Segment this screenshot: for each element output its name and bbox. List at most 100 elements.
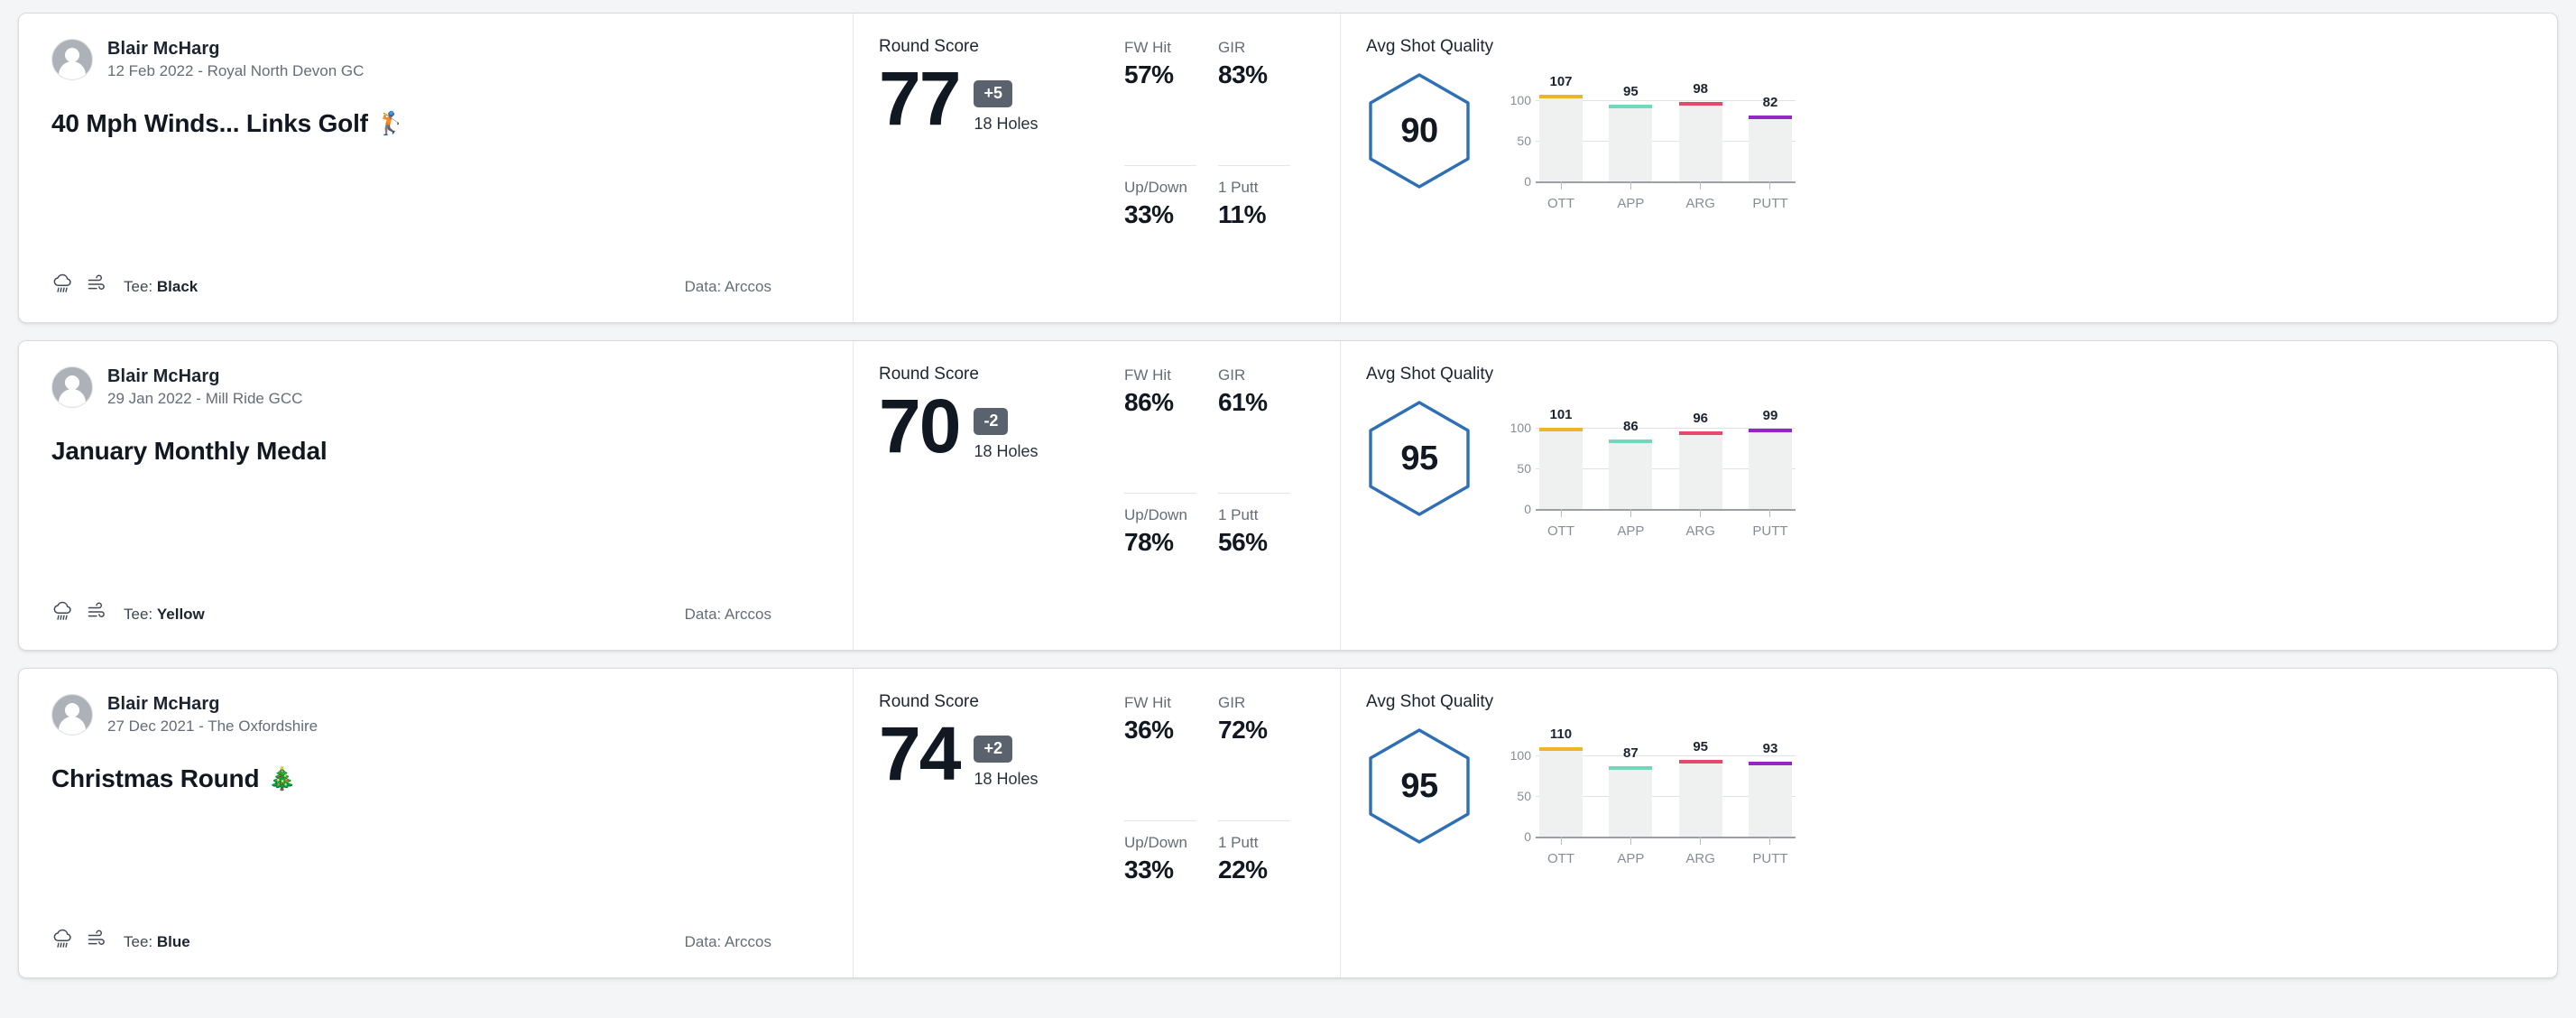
tee-prefix: Tee:	[124, 605, 157, 623]
bar-value-label: 82	[1762, 94, 1778, 110]
tee-prefix: Tee:	[124, 932, 157, 950]
bar-value-label: 95	[1693, 738, 1708, 754]
x-tick	[1539, 509, 1583, 520]
score-block: Round Score 70 -2 18 Holes	[879, 365, 1104, 628]
author-text: Blair McHarg 29 Jan 2022 - Mill Ride GCC	[107, 366, 302, 408]
avatar	[51, 366, 93, 408]
stat-one-putt-label: 1 Putt	[1218, 178, 1259, 196]
tee-value: Blue	[156, 932, 190, 950]
y-axis-tick: 50	[1517, 789, 1531, 804]
round-score-value: 74	[879, 711, 961, 796]
round-summary-panel: Blair McHarg 29 Jan 2022 - Mill Ride GCC J…	[19, 341, 854, 650]
avg-shot-quality-label: Avg Shot Quality	[1366, 37, 1494, 56]
bar-cap	[1539, 747, 1583, 752]
stat-grid: FW Hit 57% GIR 83% Up/Down 33% 1 Putt 11%	[1124, 37, 1290, 301]
rain-cloud-icon	[51, 273, 75, 301]
tee-prefix: Tee:	[124, 277, 157, 295]
stat-gir: GIR 83%	[1218, 39, 1290, 166]
round-score-label: Round Score	[879, 692, 979, 711]
round-footer: Tee: Black Data: Arccos	[51, 273, 820, 301]
x-tick	[1539, 181, 1583, 192]
score-block: Round Score 77 +5 18 Holes	[879, 37, 1104, 301]
wind-icon	[86, 600, 109, 628]
data-source: Data: Arccos	[685, 933, 771, 951]
stat-gir-label: GIR	[1218, 694, 1246, 711]
stat-fw-hit: FW Hit 57%	[1124, 39, 1196, 166]
weather-conditions: Tee: Yellow	[51, 600, 205, 628]
stat-one-putt-value: 22%	[1218, 855, 1268, 884]
round-score-panel: Round Score 70 -2 18 Holes FW Hit 86% GIR 61% Up…	[854, 341, 1341, 650]
bar-value-label: 96	[1693, 410, 1708, 426]
shot-quality-panel: Avg Shot Quality 90 100 50 0 107 95 98 82 OTT APP A…	[1341, 14, 2557, 322]
bar-track	[1609, 439, 1653, 509]
round-score-label: Round Score	[879, 37, 979, 56]
stat-up-down-label: Up/Down	[1124, 833, 1187, 851]
avg-shot-quality-value: 90	[1400, 111, 1438, 150]
chart-bars: 101 86 96 99	[1536, 406, 1796, 509]
bar-column: 95	[1678, 736, 1722, 837]
bar-cap	[1609, 104, 1653, 108]
rain-cloud-icon	[51, 600, 75, 628]
bar-column: 107	[1539, 74, 1583, 181]
round-date-course: 29 Jan 2022 - Mill Ride GCC	[107, 390, 303, 407]
bar-column: 110	[1539, 726, 1583, 837]
chart-x-labels: OTT APP ARG PUTT	[1536, 196, 1796, 211]
x-tick-mark	[1560, 837, 1562, 845]
chart-plot-area: 101 86 96 99 OTT APP ARG PUTT	[1536, 406, 1796, 539]
author-name: Blair McHarg	[107, 694, 220, 714]
bar-value-label: 110	[1549, 726, 1573, 743]
shot-quality-chart: 100 50 0 110 87 95 93 OTT APP ARG PUTT	[1505, 726, 1796, 866]
holes-played: 18 Holes	[974, 114, 1039, 133]
bar-track	[1748, 429, 1792, 509]
data-source-prefix: Data:	[684, 277, 725, 295]
y-axis-tick: 0	[1524, 174, 1531, 189]
score-row: 70 -2 18 Holes	[879, 384, 1104, 468]
stat-gir-value: 83%	[1218, 60, 1268, 88]
shot-quality-panel: Avg Shot Quality 95 100 50 0 110 87 95 93 OTT APP A…	[1341, 669, 2557, 977]
round-score-panel: Round Score 77 +5 18 Holes FW Hit 57% GIR 83% Up…	[854, 14, 1341, 322]
chart-y-axis: 100 50 0	[1505, 80, 1536, 189]
score-side: +5 18 Holes	[974, 64, 1038, 134]
chart-y-axis: 100 50 0	[1505, 408, 1536, 516]
x-tick-mark	[1769, 181, 1771, 190]
bar-value-label: 87	[1622, 745, 1639, 762]
chart-x-ticks	[1536, 837, 1796, 847]
quality-body: 90 100 50 0 107 95 98 82 OTT APP ARG PUTT	[1366, 71, 2494, 211]
avg-shot-quality-label: Avg Shot Quality	[1366, 365, 1494, 384]
bar-track	[1609, 104, 1653, 181]
round-score-value: 70	[879, 384, 961, 468]
y-axis-tick: 50	[1517, 134, 1531, 149]
x-axis-label: ARG	[1685, 851, 1715, 866]
author-row: Blair McHarg 29 Jan 2022 - Mill Ride GCC	[51, 366, 820, 408]
round-score-label: Round Score	[879, 365, 979, 384]
round-summary-panel: Blair McHarg 27 Dec 2021 - The Oxfordshir…	[19, 669, 854, 977]
shot-quality-chart: 100 50 0 101 86 96 99 OTT APP ARG PUTT	[1505, 406, 1796, 539]
wind-icon	[86, 273, 109, 301]
round-card: Blair McHarg 29 Jan 2022 - Mill Ride GCC J…	[18, 340, 2558, 651]
weather-conditions: Tee: Blue	[51, 928, 190, 956]
x-axis-label: APP	[1617, 851, 1645, 866]
x-axis-label: OTT	[1547, 196, 1574, 211]
bar-column: 86	[1609, 408, 1653, 509]
avg-shot-quality-label: Avg Shot Quality	[1366, 692, 1494, 711]
bar-column: 87	[1609, 736, 1653, 837]
x-tick-mark	[1630, 181, 1631, 190]
stat-up-down: Up/Down 33%	[1124, 166, 1196, 301]
chart-x-ticks	[1536, 509, 1796, 520]
round-summary-panel: Blair McHarg 12 Feb 2022 - Royal North De…	[19, 14, 854, 322]
score-block: Round Score 74 +2 18 Holes	[879, 692, 1104, 956]
bar-column: 96	[1678, 408, 1722, 509]
quality-body: 95 100 50 0 101 86 96 99 OTT APP ARG PUTT	[1366, 399, 2494, 539]
avatar-body	[59, 389, 86, 407]
tee-value: Black	[156, 277, 199, 295]
bar-value-label: 98	[1693, 81, 1708, 97]
x-tick-mark	[1630, 837, 1631, 845]
round-title-emoji-icon: 🎄	[268, 765, 297, 791]
bar-cap	[1678, 430, 1722, 435]
tee-label: Tee: Yellow	[124, 606, 205, 624]
y-axis-tick: 100	[1510, 421, 1531, 436]
weather-conditions: Tee: Black	[51, 273, 198, 301]
bar-value-label: 101	[1549, 406, 1573, 422]
chart-y-axis: 100 50 0	[1505, 736, 1536, 844]
bar-value-label: 107	[1549, 74, 1573, 90]
